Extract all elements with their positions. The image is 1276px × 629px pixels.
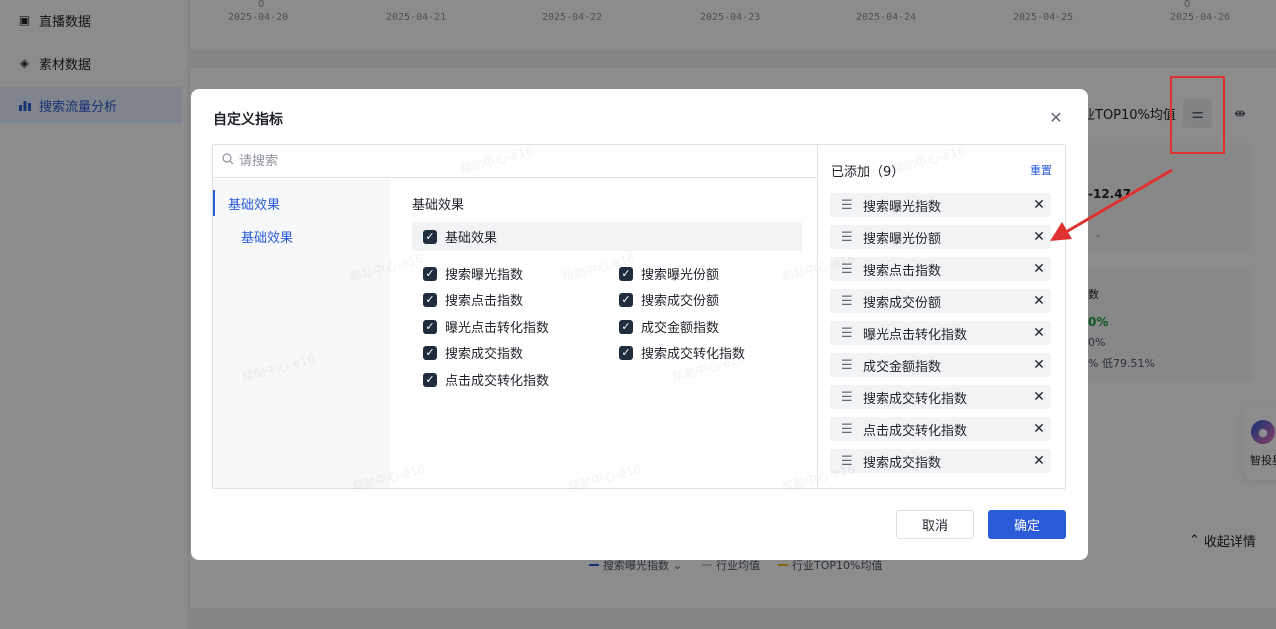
- added-metric-item[interactable]: ☰ 搜索成交指数 ✕: [830, 449, 1051, 473]
- checkbox-checked[interactable]: ✓: [423, 372, 437, 387]
- nav-group-basic[interactable]: 基础效果: [213, 190, 391, 216]
- search-icon: [222, 153, 234, 169]
- added-metric-item[interactable]: ☰ 搜索成交转化指数 ✕: [830, 385, 1051, 409]
- confirm-button[interactable]: 确定: [988, 510, 1066, 539]
- remove-icon[interactable]: ✕: [1027, 421, 1051, 437]
- added-metric-label: 搜索曝光份额: [863, 231, 942, 247]
- added-metric-item[interactable]: ☰ 搜索点击指数 ✕: [830, 257, 1051, 281]
- option-label: 搜索点击指数: [445, 294, 524, 309]
- panel-divider: [817, 145, 818, 488]
- checkbox-checked[interactable]: ✓: [423, 292, 437, 307]
- added-metric-item[interactable]: ☰ 点击成交转化指数 ✕: [830, 417, 1051, 441]
- checkbox-checked[interactable]: ✓: [423, 266, 437, 281]
- option-label: 曝光点击转化指数: [445, 321, 550, 336]
- added-metric-label: 点击成交转化指数: [863, 423, 968, 439]
- group-label: 基础效果: [445, 231, 498, 246]
- added-metric-label: 搜索成交转化指数: [863, 391, 968, 407]
- added-metric-label: 搜索成交份额: [863, 295, 942, 311]
- remove-icon[interactable]: ✕: [1027, 453, 1051, 469]
- nav-sub-basic[interactable]: 基础效果: [241, 227, 293, 246]
- drag-handle-icon[interactable]: ☰: [841, 358, 853, 373]
- cancel-button[interactable]: 取消: [896, 510, 974, 539]
- drag-handle-icon[interactable]: ☰: [841, 294, 853, 309]
- checkbox-checked[interactable]: ✓: [423, 319, 437, 334]
- added-metric-item[interactable]: ☰ 成交金额指数 ✕: [830, 353, 1051, 377]
- option-label: 搜索曝光指数: [445, 268, 524, 283]
- drag-handle-icon[interactable]: ☰: [841, 326, 853, 341]
- added-metric-label: 曝光点击转化指数: [863, 327, 968, 343]
- added-metric-label: 搜索点击指数: [863, 263, 942, 279]
- close-icon[interactable]: ✕: [1048, 110, 1064, 126]
- metric-option[interactable]: ✓ 搜索成交份额: [619, 290, 719, 309]
- metric-option[interactable]: ✓ 点击成交转化指数: [423, 370, 549, 389]
- added-metric-item[interactable]: ☰ 搜索曝光指数 ✕: [830, 193, 1051, 217]
- option-label: 成交金额指数: [641, 321, 720, 336]
- annotation-arrow: [1050, 168, 1173, 241]
- remove-icon[interactable]: ✕: [1027, 357, 1051, 373]
- metric-option[interactable]: ✓ 搜索曝光份额: [619, 264, 719, 283]
- added-metric-label: 搜索曝光指数: [863, 199, 942, 215]
- drag-handle-icon[interactable]: ☰: [841, 422, 853, 437]
- highlight-box: [1170, 76, 1225, 154]
- drag-handle-icon[interactable]: ☰: [841, 390, 853, 405]
- added-metric-label: 成交金额指数: [863, 359, 942, 375]
- category-nav: 基础效果 基础效果: [213, 179, 391, 488]
- metric-option[interactable]: ✓ 成交金额指数: [619, 317, 719, 336]
- modal-title: 自定义指标: [213, 112, 283, 128]
- checkbox-checked[interactable]: ✓: [619, 292, 633, 307]
- added-metric-item[interactable]: ☰ 曝光点击转化指数 ✕: [830, 321, 1051, 345]
- section-title: 基础效果: [412, 198, 465, 213]
- added-metric-item[interactable]: ☰ 搜索成交份额 ✕: [830, 289, 1051, 313]
- checkbox-checked[interactable]: ✓: [619, 345, 633, 360]
- option-label: 搜索曝光份额: [641, 268, 720, 283]
- checkbox-checked[interactable]: ✓: [619, 319, 633, 334]
- metric-option[interactable]: ✓ 搜索曝光指数: [423, 264, 523, 283]
- metric-option[interactable]: ✓ 搜索成交指数: [423, 343, 523, 362]
- added-metric-item[interactable]: ☰ 搜索曝光份额 ✕: [830, 225, 1051, 249]
- added-metric-label: 搜索成交指数: [863, 455, 942, 471]
- metrics-panel: 基础效果 基础效果 基础效果 ✓ 基础效果 ✓ 搜索曝光指数 ✓ 搜索曝光份额 …: [212, 144, 1066, 489]
- metric-option[interactable]: ✓ 搜索点击指数: [423, 290, 523, 309]
- drag-handle-icon[interactable]: ☰: [841, 230, 853, 245]
- checkbox-checked[interactable]: ✓: [423, 345, 437, 360]
- option-label: 搜索成交指数: [445, 347, 524, 362]
- checkbox-checked[interactable]: ✓: [423, 229, 437, 244]
- remove-icon[interactable]: ✕: [1027, 293, 1051, 309]
- option-label: 搜索成交份额: [641, 294, 720, 309]
- remove-icon[interactable]: ✕: [1027, 389, 1051, 405]
- custom-metrics-modal: 自定义指标 ✕ 基础效果 基础效果 基础效果 ✓ 基础效果 ✓ 搜索曝光指数 ✓…: [191, 89, 1088, 560]
- group-checkbox-row[interactable]: ✓ 基础效果: [412, 222, 802, 251]
- option-label: 点击成交转化指数: [445, 374, 550, 389]
- metric-option[interactable]: ✓ 曝光点击转化指数: [423, 317, 549, 336]
- remove-icon[interactable]: ✕: [1027, 261, 1051, 277]
- drag-handle-icon[interactable]: ☰: [841, 198, 853, 213]
- remove-icon[interactable]: ✕: [1027, 325, 1051, 341]
